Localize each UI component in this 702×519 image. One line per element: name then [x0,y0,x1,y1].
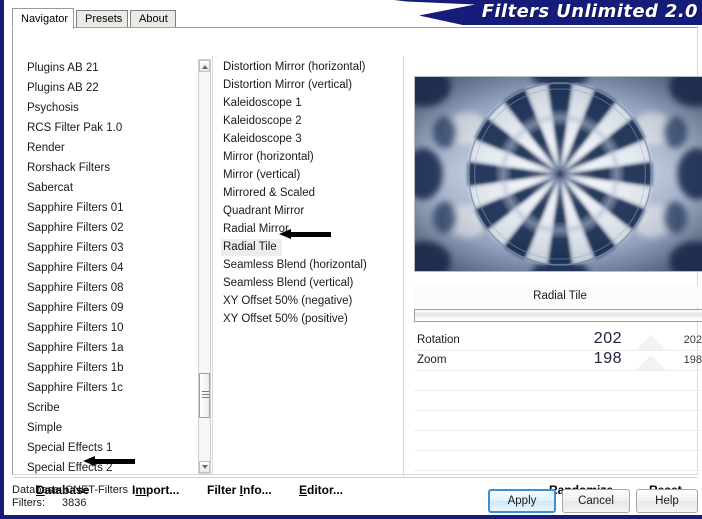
parameter-slider-marker[interactable] [636,335,666,350]
tab-navigator[interactable]: Navigator [12,8,74,29]
filter-item[interactable]: Mirrored & Scaled [221,184,401,202]
status-bar: Database:ICNET-Filters Filters: 3836 [12,484,128,510]
parameter-row-empty[interactable] [414,391,702,411]
action-row-divider [14,477,698,478]
status-filters-line: Filters: 3836 [12,497,128,510]
parameter-row-empty[interactable] [414,431,702,451]
editor-button[interactable]: Editor... [299,483,343,497]
category-item[interactable]: Scribe [22,398,198,418]
parameter-row-zoom[interactable]: Zoom 198 198 [414,350,702,371]
filter-item[interactable]: XY Offset 50% (negative) [221,292,401,310]
pointer-arrow-radial-tile [279,229,331,240]
parameter-rows: Rotation 202 202 Zoom 198 198 [414,330,702,471]
category-item[interactable]: Sapphire Filters 03 [22,238,198,258]
parameter-label: Rotation [417,334,460,346]
tab-about[interactable]: About [130,10,176,28]
category-item[interactable]: Rorshack Filters [22,158,198,178]
column-divider-1 [212,56,213,476]
category-item[interactable]: Sapphire Filters 08 [22,278,198,298]
title-banner: Filters Unlimited 2.0 [394,0,702,25]
status-database-value: ICNET-Filters [62,484,128,496]
filter-item[interactable]: Distortion Mirror (vertical) [221,76,401,94]
filter-item[interactable]: Distortion Mirror (horizontal) [221,58,401,76]
parameter-row-empty[interactable] [414,411,702,431]
filter-info-button[interactable]: Filter Info... [207,483,272,497]
preset-slider[interactable] [414,309,702,322]
pointer-arrow-tile-mirror [83,456,135,467]
parameter-row-rotation[interactable]: Rotation 202 202 [414,330,702,351]
scrollbar-thumb[interactable] [199,373,210,418]
filter-item-selected-wrap: Radial Tile [221,238,401,256]
filter-item[interactable]: Seamless Blend (horizontal) [221,256,401,274]
scroll-down-arrow-icon[interactable] [199,461,210,473]
category-item[interactable]: Plugins AB 22 [22,78,198,98]
parameter-value: 202 [593,330,622,347]
apply-button[interactable]: Apply [488,489,556,513]
status-filters-value: 3836 [62,497,87,509]
filter-item[interactable]: Kaleidoscope 2 [221,112,401,130]
filter-list[interactable]: Distortion Mirror (horizontal) Distortio… [221,58,401,325]
category-item[interactable]: Sapphire Filters 1a [22,338,198,358]
cancel-button[interactable]: Cancel [562,489,630,513]
parameter-readout: 202 [683,334,702,346]
category-item[interactable]: Sapphire Filters 1c [22,378,198,398]
category-item[interactable]: Special Effects 1 [22,438,198,458]
parameter-value: 198 [593,350,622,367]
main-panel: Plugins AB 21 Plugins AB 22 Psychosis RC… [12,27,702,497]
filter-item[interactable]: Kaleidoscope 3 [221,130,401,148]
category-item[interactable]: Simple [22,418,198,438]
import-button[interactable]: Import... [132,483,179,497]
category-list[interactable]: Plugins AB 21 Plugins AB 22 Psychosis RC… [22,58,198,475]
filter-item[interactable]: XY Offset 50% (positive) [221,310,401,328]
parameter-readout: 198 [683,354,702,366]
category-item[interactable]: Sapphire Filters 1b [22,358,198,378]
filter-item[interactable]: Mirror (vertical) [221,166,401,184]
filter-item[interactable]: Seamless Blend (vertical) [221,274,401,292]
preview-pane[interactable] [414,76,702,272]
filter-item[interactable]: Mirror (horizontal) [221,148,401,166]
scroll-up-arrow-icon[interactable] [199,60,210,72]
status-database-key: Database: [12,484,63,496]
column-divider-2 [403,56,404,476]
filter-item[interactable]: Quadrant Mirror [221,202,401,220]
category-item[interactable]: Sabercat [22,178,198,198]
category-item[interactable]: Psychosis [22,98,198,118]
help-button[interactable]: Help [636,489,698,513]
tab-presets[interactable]: Presets [76,10,128,28]
parameter-slider-marker[interactable] [636,355,666,370]
filter-item[interactable]: Kaleidoscope 1 [221,94,401,112]
category-item[interactable]: Sapphire Filters 09 [22,298,198,318]
category-item[interactable]: RCS Filter Pak 1.0 [22,118,198,138]
category-item[interactable]: Sapphire Filters 02 [22,218,198,238]
status-filters-key: Filters: [12,497,45,509]
parameter-row-empty[interactable] [414,371,702,391]
category-item[interactable]: Render [22,138,198,158]
status-database-line: Database:ICNET-Filters [12,484,128,497]
parameter-label: Zoom [417,354,447,366]
category-list-scrollbar[interactable] [198,59,211,474]
parameter-panel-title: Radial Tile [414,286,702,306]
category-item[interactable]: Sapphire Filters 10 [22,318,198,338]
parameter-row-empty[interactable] [414,451,702,471]
preview-image [415,77,702,271]
category-item[interactable]: Sapphire Filters 04 [22,258,198,278]
filter-item-radial-tile[interactable]: Radial Tile [221,239,282,256]
filters-unlimited-window: Filters Unlimited 2.0 Navigator Presets … [0,0,702,519]
category-item[interactable]: Plugins AB 21 [22,58,198,78]
category-item[interactable]: Sapphire Filters 01 [22,198,198,218]
app-title: Filters Unlimited 2.0 [481,1,698,22]
